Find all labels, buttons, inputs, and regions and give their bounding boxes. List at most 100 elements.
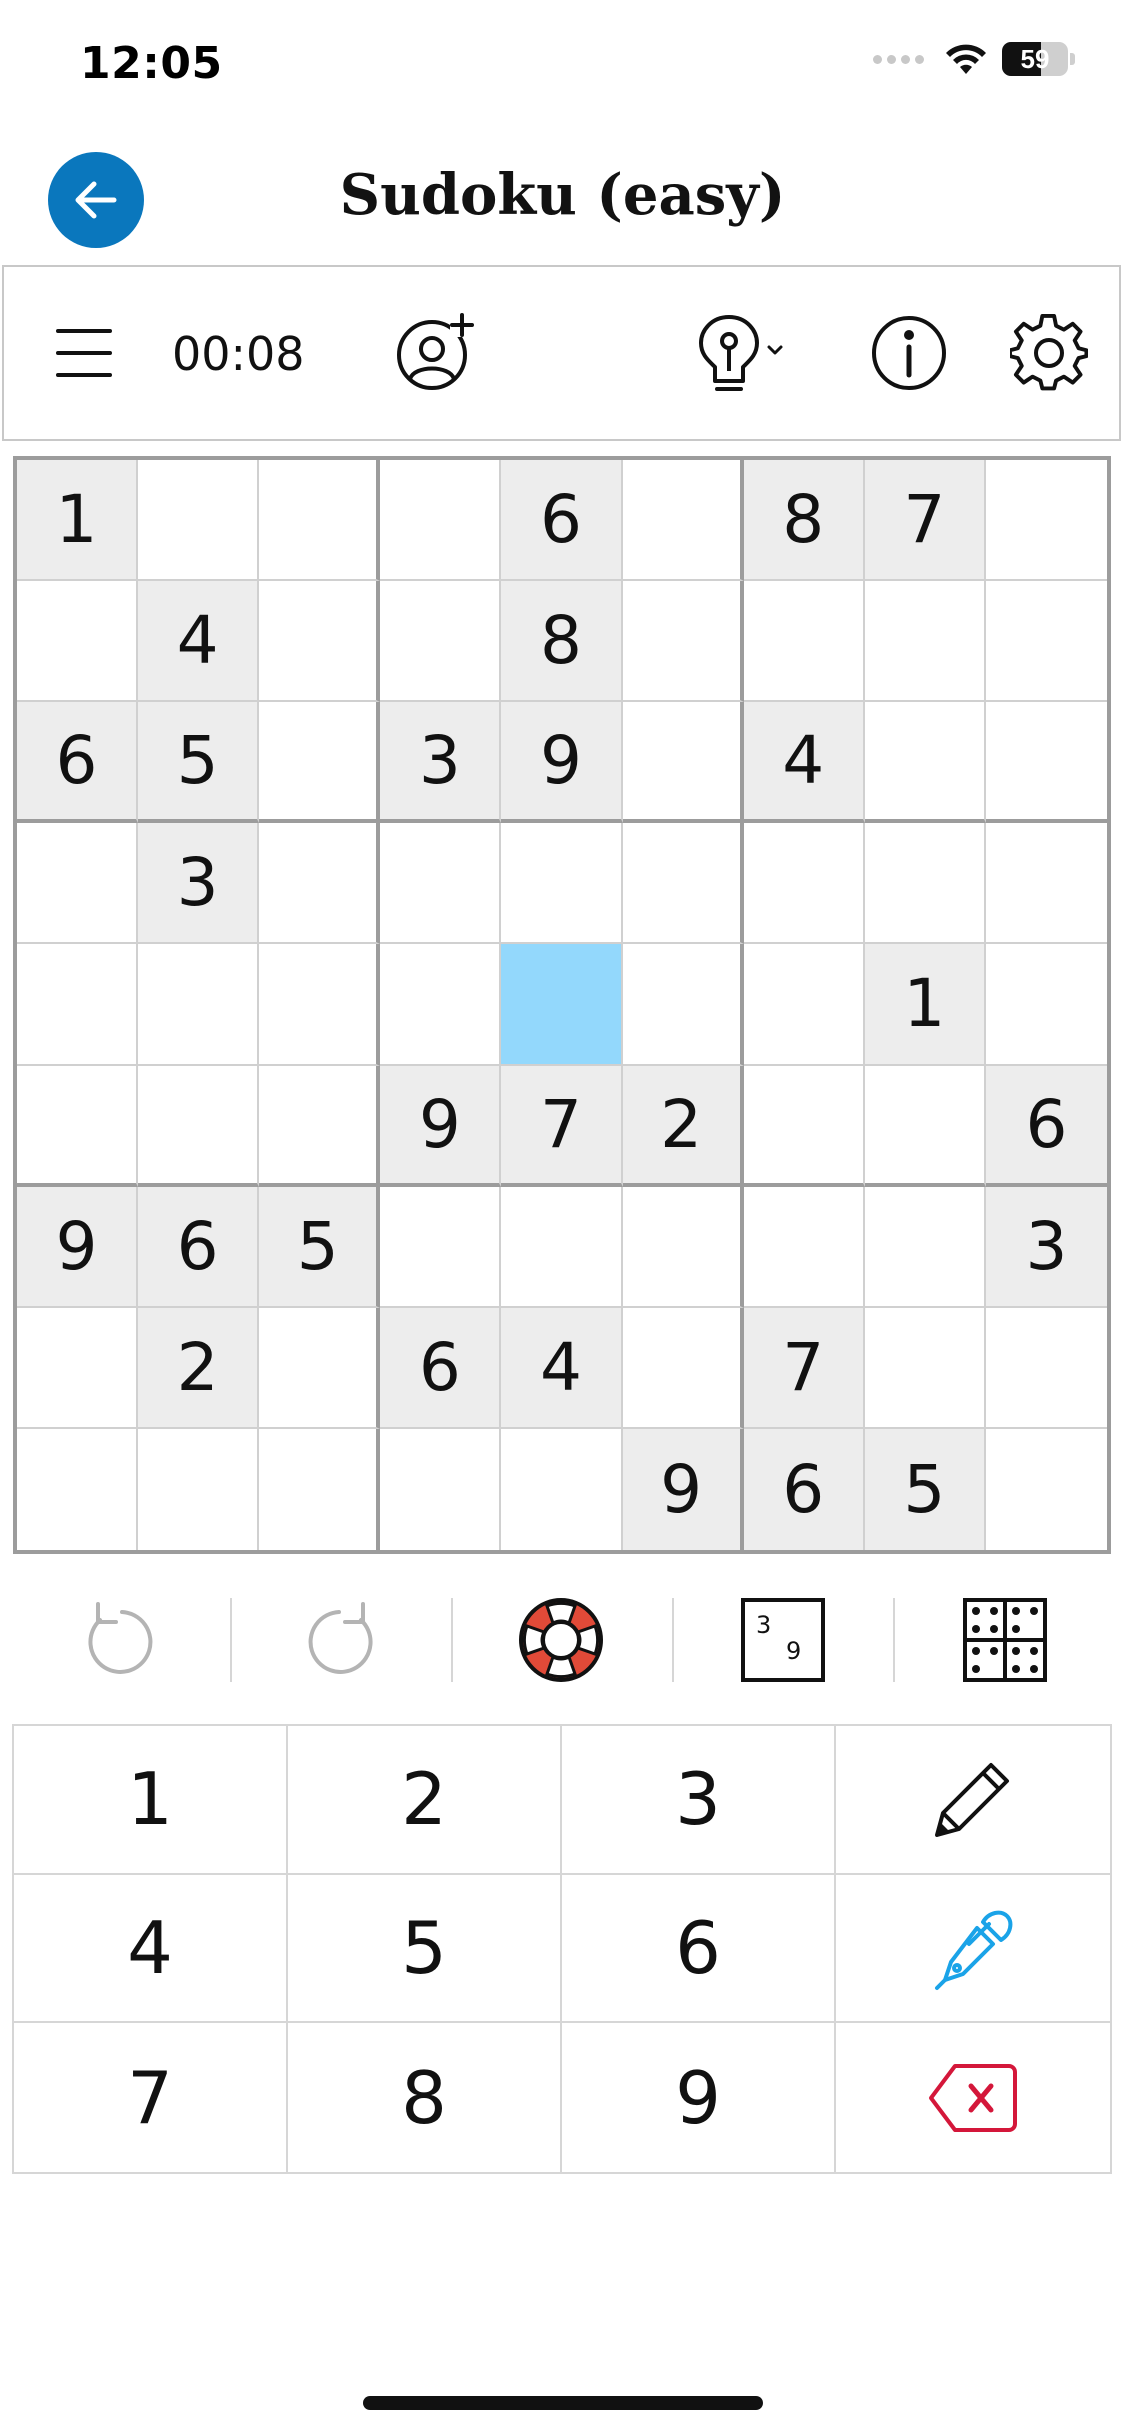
grid-cell[interactable]: 3 bbox=[380, 702, 502, 824]
grid-cell[interactable] bbox=[864, 1065, 986, 1187]
grid-cell[interactable] bbox=[259, 460, 381, 582]
menu-button[interactable] bbox=[34, 267, 134, 439]
grid-cell[interactable] bbox=[501, 823, 623, 945]
grid-cell[interactable] bbox=[380, 460, 502, 582]
grid-cell[interactable] bbox=[622, 702, 744, 824]
grid-cell[interactable] bbox=[17, 823, 139, 945]
grid-cell[interactable]: 7 bbox=[864, 460, 986, 582]
hint-button[interactable] bbox=[674, 267, 804, 439]
grid-cell[interactable] bbox=[622, 1307, 744, 1429]
grid-cell[interactable] bbox=[864, 1307, 986, 1429]
grid-cell[interactable]: 9 bbox=[17, 1186, 139, 1308]
candidates-button[interactable]: 3 9 bbox=[728, 1590, 838, 1690]
redo-button[interactable] bbox=[286, 1590, 396, 1690]
grid-cell[interactable]: 4 bbox=[138, 581, 260, 703]
key-7[interactable]: 7 bbox=[14, 2023, 288, 2172]
help-button[interactable] bbox=[506, 1590, 616, 1690]
grid-cell[interactable] bbox=[380, 944, 502, 1066]
grid-cell[interactable] bbox=[259, 581, 381, 703]
grid-cell[interactable] bbox=[622, 823, 744, 945]
grid-cell[interactable] bbox=[743, 581, 865, 703]
grid-cell[interactable] bbox=[743, 1186, 865, 1308]
grid-cell[interactable]: 6 bbox=[985, 1065, 1107, 1187]
grid-cell[interactable]: 1 bbox=[17, 460, 139, 582]
grid-cell[interactable]: 6 bbox=[501, 460, 623, 582]
grid-cell[interactable]: 6 bbox=[138, 1186, 260, 1308]
grid-cell[interactable] bbox=[743, 823, 865, 945]
key-5[interactable]: 5 bbox=[288, 1874, 562, 2024]
grid-cell[interactable] bbox=[864, 581, 986, 703]
grid-cell[interactable] bbox=[985, 581, 1107, 703]
undo-button[interactable] bbox=[65, 1590, 175, 1690]
grid-cell[interactable]: 3 bbox=[985, 1186, 1107, 1308]
key-3[interactable]: 3 bbox=[562, 1726, 836, 1875]
key-8[interactable]: 8 bbox=[288, 2023, 562, 2172]
grid-cell[interactable]: 4 bbox=[501, 1307, 623, 1429]
grid-cell[interactable] bbox=[985, 823, 1107, 945]
grid-cell[interactable] bbox=[985, 460, 1107, 582]
grid-cell[interactable] bbox=[17, 1428, 139, 1550]
grid-cell[interactable] bbox=[622, 581, 744, 703]
grid-cell[interactable]: 5 bbox=[259, 1186, 381, 1308]
grid-cell[interactable]: 8 bbox=[501, 581, 623, 703]
pencil-mode-button[interactable] bbox=[836, 1726, 1110, 1875]
grid-cell[interactable] bbox=[259, 944, 381, 1066]
grid-cell[interactable] bbox=[622, 460, 744, 582]
delete-button[interactable] bbox=[836, 2023, 1110, 2172]
grid-cell[interactable] bbox=[17, 581, 139, 703]
grid-cell[interactable] bbox=[501, 1428, 623, 1550]
grid-cell[interactable] bbox=[17, 1065, 139, 1187]
grid-cell[interactable] bbox=[985, 1308, 1107, 1429]
grid-cell[interactable] bbox=[985, 702, 1107, 824]
key-1[interactable]: 1 bbox=[14, 1726, 288, 1875]
grid-cell[interactable] bbox=[501, 944, 623, 1066]
settings-button[interactable] bbox=[994, 267, 1104, 439]
grid-cell[interactable]: 5 bbox=[138, 702, 260, 824]
pen-mode-button[interactable] bbox=[836, 1875, 1110, 2024]
grid-cell[interactable]: 2 bbox=[622, 1065, 744, 1187]
grid-cell[interactable] bbox=[259, 823, 381, 945]
grid-cell[interactable]: 7 bbox=[743, 1307, 865, 1429]
grid-cell[interactable] bbox=[259, 1307, 381, 1429]
grid-cell[interactable] bbox=[864, 1186, 986, 1308]
grid-cell[interactable] bbox=[501, 1186, 623, 1308]
grid-cell[interactable] bbox=[138, 944, 260, 1066]
key-4[interactable]: 4 bbox=[14, 1874, 288, 2024]
grid-cell[interactable] bbox=[985, 944, 1107, 1066]
grid-cell[interactable] bbox=[259, 702, 381, 824]
info-button[interactable] bbox=[854, 267, 964, 439]
key-9[interactable]: 9 bbox=[562, 2023, 836, 2172]
grid-cell[interactable]: 6 bbox=[743, 1428, 865, 1550]
add-user-button[interactable] bbox=[374, 267, 494, 439]
key-6[interactable]: 6 bbox=[562, 1874, 836, 2024]
grid-cell[interactable]: 5 bbox=[864, 1428, 986, 1550]
grid-cell[interactable] bbox=[743, 944, 865, 1066]
grid-cell[interactable]: 6 bbox=[380, 1307, 502, 1429]
grid-cell[interactable]: 2 bbox=[138, 1307, 260, 1429]
grid-cell[interactable]: 7 bbox=[501, 1065, 623, 1187]
grid-cell[interactable]: 1 bbox=[864, 944, 986, 1066]
grid-cell[interactable]: 9 bbox=[501, 702, 623, 824]
grid-cell[interactable]: 9 bbox=[622, 1428, 744, 1550]
notes-grid-button[interactable] bbox=[950, 1590, 1060, 1690]
grid-cell[interactable]: 6 bbox=[17, 702, 139, 824]
grid-cell[interactable] bbox=[622, 944, 744, 1066]
grid-cell[interactable] bbox=[380, 823, 502, 945]
grid-cell[interactable] bbox=[864, 702, 986, 824]
grid-cell[interactable] bbox=[622, 1186, 744, 1308]
grid-cell[interactable] bbox=[17, 1307, 139, 1429]
grid-cell[interactable] bbox=[380, 1428, 502, 1550]
grid-cell[interactable] bbox=[138, 460, 260, 582]
grid-cell[interactable] bbox=[864, 823, 986, 945]
key-2[interactable]: 2 bbox=[288, 1726, 562, 1875]
grid-cell[interactable] bbox=[259, 1428, 381, 1550]
grid-cell[interactable]: 9 bbox=[380, 1065, 502, 1187]
grid-cell[interactable] bbox=[259, 1065, 381, 1187]
grid-cell[interactable] bbox=[986, 1429, 1107, 1550]
grid-cell[interactable] bbox=[380, 1186, 502, 1308]
grid-cell[interactable]: 3 bbox=[138, 823, 260, 945]
grid-cell[interactable] bbox=[17, 944, 139, 1066]
grid-cell[interactable] bbox=[743, 1065, 865, 1187]
grid-cell[interactable]: 4 bbox=[743, 702, 865, 824]
grid-cell[interactable] bbox=[380, 581, 502, 703]
